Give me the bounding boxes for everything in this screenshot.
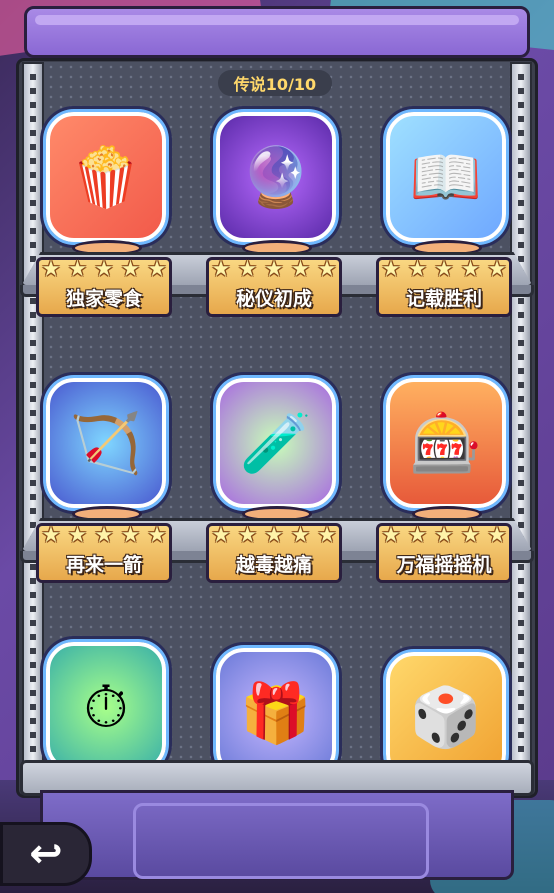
- back-arrow-icon: ↩: [29, 831, 63, 877]
- poison-potion-icon: 🧪: [216, 378, 336, 508]
- legend-counter: 传说10/10: [218, 70, 332, 96]
- shelf-2: [20, 518, 534, 576]
- slot-machine-icon: 🎰: [386, 378, 506, 508]
- back-button[interactable]: ↩: [0, 822, 92, 886]
- shelf-top: [20, 518, 534, 554]
- shelf-1: [20, 252, 534, 310]
- stopwatch-icon: ⏱: [46, 642, 166, 772]
- gachapon-icon: 🎁: [216, 648, 336, 778]
- shelf-front: [20, 285, 534, 297]
- shelf-top: [20, 252, 534, 288]
- cabinet-drawer: [40, 790, 514, 880]
- storybook-hero-icon: 📖: [386, 112, 506, 242]
- popcorn-icon: 🍿: [46, 112, 166, 242]
- shelf-front: [20, 551, 534, 563]
- bow-arrow-icon: 🏹: [46, 378, 166, 508]
- crystal-ball-icon: 🔮: [216, 112, 336, 242]
- cabinet-top-bar: [24, 6, 530, 58]
